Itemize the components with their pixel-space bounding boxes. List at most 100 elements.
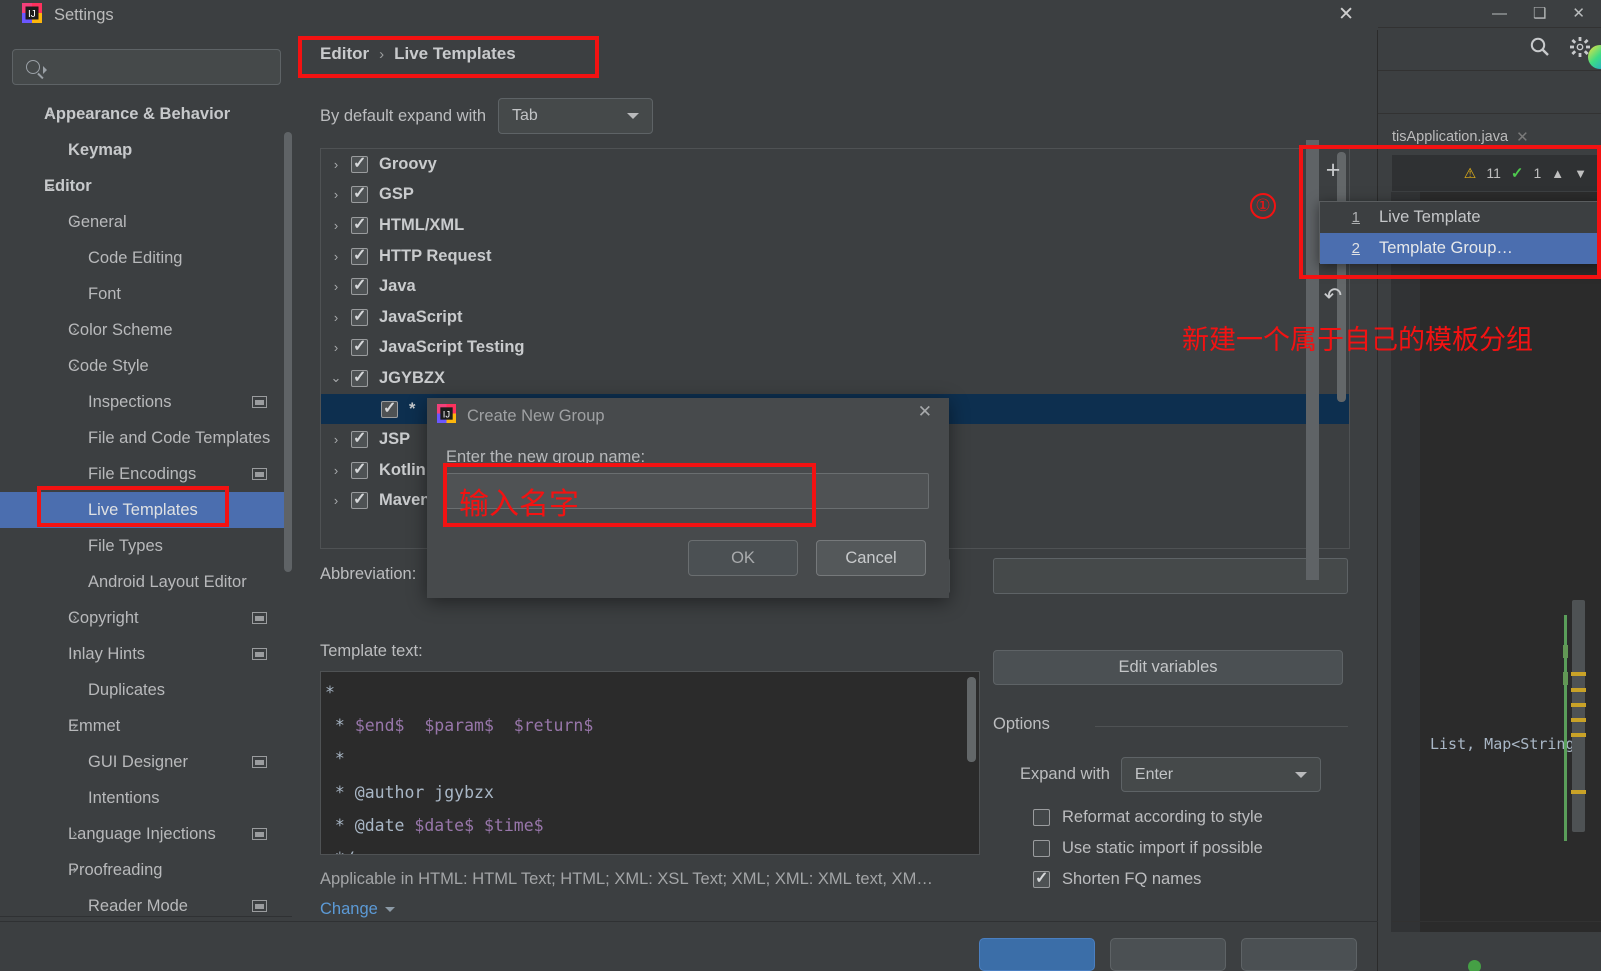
- chevron-right-icon[interactable]: ›: [68, 827, 82, 842]
- chevron-right-icon[interactable]: ›: [44, 107, 58, 122]
- chevron-down-icon[interactable]: ⌄: [44, 179, 58, 194]
- sidebar-item-duplicates[interactable]: Duplicates: [0, 672, 292, 708]
- template-tree-row[interactable]: › Java: [321, 271, 1349, 302]
- sidebar-item-file-encodings[interactable]: File Encodings: [0, 456, 292, 492]
- template-tree-row[interactable]: ⌄ JGYBZX: [321, 363, 1349, 394]
- chevron-right-icon[interactable]: ›: [321, 279, 351, 294]
- sidebar-item-language-injections[interactable]: › Language Injections: [0, 816, 292, 852]
- chevron-right-icon[interactable]: ›: [321, 340, 351, 355]
- sidebar-item-font[interactable]: Font: [0, 276, 292, 312]
- ok-button[interactable]: [979, 938, 1095, 971]
- chevron-right-icon[interactable]: ›: [321, 249, 351, 264]
- sidebar-item-copyright[interactable]: › Copyright: [0, 600, 292, 636]
- search-icon[interactable]: [1529, 36, 1551, 63]
- chevron-down-icon[interactable]: ⌄: [321, 370, 351, 386]
- checkbox[interactable]: [381, 398, 398, 418]
- checkbox[interactable]: [351, 306, 368, 326]
- checkbox[interactable]: [351, 214, 368, 234]
- expand-with-select[interactable]: Enter: [1120, 757, 1321, 792]
- template-text-editor[interactable]: * * $end$ $param$ $return$ * * @author j…: [320, 671, 980, 855]
- minimize-icon[interactable]: —: [1492, 6, 1507, 21]
- sidebar-item-inlay-hints[interactable]: › Inlay Hints: [0, 636, 292, 672]
- scrollbar[interactable]: [1572, 600, 1585, 832]
- sidebar-item-file-types[interactable]: File Types: [0, 528, 292, 564]
- checkbox[interactable]: [351, 489, 368, 510]
- chevron-right-icon[interactable]: ›: [68, 359, 82, 374]
- chevron-down-icon[interactable]: ▼: [1574, 166, 1587, 181]
- option-checkbox-row[interactable]: Reformat according to style: [1033, 808, 1263, 827]
- sidebar-item-proofreading[interactable]: › Proofreading: [0, 852, 292, 888]
- sidebar-item-code-editing[interactable]: Code Editing: [0, 240, 292, 276]
- sidebar-item-editor[interactable]: ⌄ Editor: [0, 168, 292, 204]
- sidebar-item-keymap[interactable]: Keymap: [0, 132, 292, 168]
- chevron-right-icon[interactable]: ›: [321, 187, 351, 202]
- chevron-right-icon[interactable]: ›: [68, 647, 82, 662]
- dialog-cancel-button[interactable]: Cancel: [816, 540, 926, 576]
- sidebar-item-general[interactable]: › General: [0, 204, 292, 240]
- close-icon[interactable]: ✕: [1338, 3, 1354, 26]
- checkbox[interactable]: [351, 183, 368, 204]
- close-icon[interactable]: ✕: [918, 402, 932, 422]
- chevron-right-icon[interactable]: ›: [321, 310, 351, 325]
- template-tree-row[interactable]: › HTTP Request: [321, 241, 1349, 272]
- sidebar-item-live-templates[interactable]: Live Templates: [0, 492, 292, 528]
- plus-icon[interactable]: +: [1320, 158, 1346, 184]
- sidebar-item-reader-mode[interactable]: Reader Mode: [0, 888, 292, 916]
- option-checkbox-row[interactable]: Use static import if possible: [1033, 839, 1263, 858]
- chevron-right-icon[interactable]: ›: [68, 215, 82, 230]
- sidebar-item-code-style[interactable]: › Code Style: [0, 348, 292, 384]
- chevron-right-icon[interactable]: ›: [68, 323, 82, 338]
- sidebar-item-intentions[interactable]: Intentions: [0, 780, 292, 816]
- apply-button[interactable]: [1241, 938, 1357, 971]
- scrollbar[interactable]: [967, 677, 976, 762]
- scrollbar[interactable]: [1337, 152, 1346, 402]
- cancel-button[interactable]: [1110, 938, 1226, 971]
- popup-menu-item[interactable]: 1 Live Template: [1320, 202, 1600, 233]
- close-icon[interactable]: ✕: [1516, 128, 1529, 146]
- checkbox[interactable]: [351, 459, 368, 479]
- sidebar-item-color-scheme[interactable]: › Color Scheme: [0, 312, 292, 348]
- chevron-right-icon[interactable]: ›: [321, 218, 351, 233]
- template-tree-row[interactable]: › HTML/XML: [321, 210, 1349, 241]
- template-tree-row[interactable]: › Groovy: [321, 149, 1349, 180]
- sidebar-item-file-and-code-templates[interactable]: File and Code Templates: [0, 420, 292, 456]
- change-context-link[interactable]: Change: [320, 900, 395, 919]
- undo-arrow-icon[interactable]: ↶: [1320, 283, 1346, 309]
- chevron-up-icon[interactable]: ▲: [1551, 166, 1564, 181]
- sidebar-item-android-layout-editor[interactable]: Android Layout Editor: [0, 564, 292, 600]
- panel-scrollbar[interactable]: [1306, 140, 1319, 580]
- close-icon[interactable]: ✕: [1572, 6, 1585, 21]
- breadcrumb-parent[interactable]: Editor: [320, 44, 369, 64]
- chevron-right-icon[interactable]: ›: [68, 863, 82, 878]
- checkbox[interactable]: [1033, 809, 1050, 826]
- settings-category-tree[interactable]: › Appearance & Behavior Keymap ⌄ Editor › Gene…: [0, 96, 292, 916]
- chevron-right-icon[interactable]: ›: [321, 493, 351, 508]
- checkbox[interactable]: [351, 153, 368, 173]
- checkbox[interactable]: [351, 367, 368, 387]
- checkbox[interactable]: [1033, 840, 1050, 857]
- restore-icon[interactable]: ❑: [1533, 6, 1546, 21]
- description-input[interactable]: [993, 558, 1348, 594]
- chevron-right-icon[interactable]: ›: [321, 157, 351, 172]
- template-tree-row[interactable]: › GSP: [321, 180, 1349, 211]
- default-expand-select[interactable]: Tab: [498, 98, 654, 134]
- sidebar-item-inspections[interactable]: Inspections: [0, 384, 292, 420]
- dialog-ok-button[interactable]: OK: [688, 540, 798, 576]
- editor-tab-application[interactable]: tisApplication.java ✕: [1392, 122, 1601, 152]
- chevron-right-icon[interactable]: ›: [321, 463, 351, 478]
- search-input[interactable]: [12, 49, 281, 85]
- sidebar-item-gui-designer[interactable]: GUI Designer: [0, 744, 292, 780]
- chevron-right-icon[interactable]: ›: [321, 432, 351, 447]
- chevron-right-icon[interactable]: ›: [68, 611, 82, 626]
- checkbox[interactable]: [351, 245, 368, 265]
- checkbox[interactable]: [351, 428, 368, 449]
- scrollbar[interactable]: [284, 132, 292, 572]
- option-checkbox-row[interactable]: Shorten FQ names: [1033, 868, 1201, 889]
- checkbox[interactable]: [351, 336, 368, 357]
- add-template-popup-menu[interactable]: 1 Live Template 2 Template Group…: [1319, 201, 1601, 264]
- edit-variables-button[interactable]: Edit variables: [993, 650, 1343, 685]
- popup-menu-item[interactable]: 2 Template Group…: [1320, 233, 1600, 264]
- sidebar-item-emmet[interactable]: › Emmet: [0, 708, 292, 744]
- checkbox[interactable]: [1033, 868, 1050, 888]
- chevron-right-icon[interactable]: ›: [68, 719, 82, 734]
